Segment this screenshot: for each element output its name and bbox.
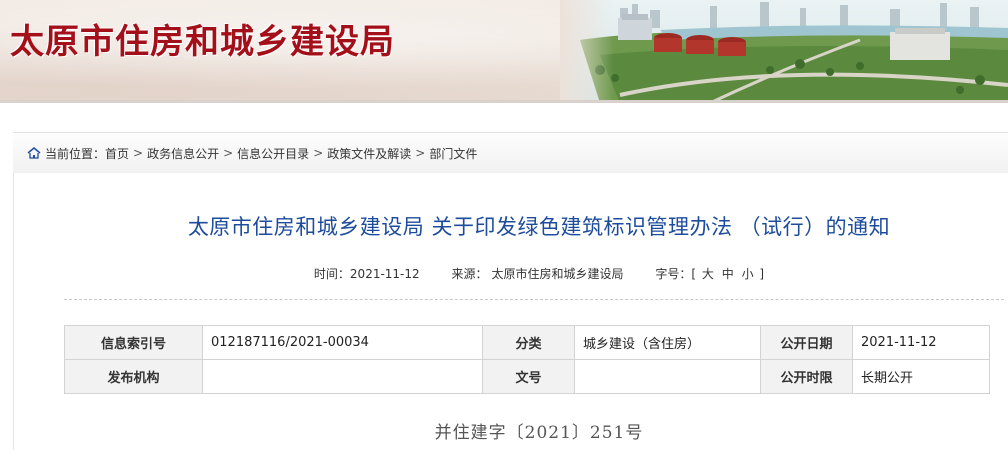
breadcrumb-separator: > — [223, 146, 234, 160]
breadcrumb-separator: > — [415, 146, 426, 160]
source-info: 来源： 太原市住房和城乡建设局 — [452, 267, 628, 281]
time-label: 时间： — [313, 267, 350, 281]
index-label: 信息索引号 — [64, 325, 203, 360]
site-title: 太原市住房和城乡建设局 — [10, 22, 395, 62]
document-number: 并住建字〔2021〕251号 — [434, 423, 644, 443]
breadcrumb-prefix: 当前位置： — [45, 146, 106, 161]
site-banner: 太原市住房和城乡建设局 — [0, 0, 1008, 103]
breadcrumb-gov-info[interactable]: 政务信息公开 — [147, 145, 219, 162]
home-icon — [27, 147, 41, 159]
breadcrumb-policy-docs[interactable]: 政策文件及解读 — [327, 145, 411, 162]
table-row: 信息索引号 012187116/2021-00034 分类 城乡建设（含住房） … — [64, 325, 990, 360]
publish-date-value: 2021-11-12 — [852, 325, 990, 360]
issuer-value — [202, 359, 483, 394]
time-value: 2021-11-12 — [349, 267, 420, 281]
font-size-medium-button[interactable]: 中 — [722, 267, 734, 281]
banner-divider — [0, 100, 1008, 103]
font-size-label: 字号：[ — [655, 267, 697, 281]
article-content: 太原市住房和城乡建设局 关于印发绿色建筑标识管理办法 （试行）的通知 时间：20… — [13, 173, 1008, 450]
font-size-small-button[interactable]: 小 — [742, 267, 754, 281]
breadcrumb-separator: > — [133, 146, 144, 160]
time-info: 时间：2021-11-12 — [314, 267, 424, 281]
article-title: 太原市住房和城乡建设局 关于印发绿色建筑标识管理办法 （试行）的通知 — [187, 215, 891, 239]
index-value: 012187116/2021-00034 — [202, 325, 483, 360]
category-value: 城乡建设（含住房） — [574, 325, 761, 360]
period-value: 长期公开 — [852, 359, 990, 394]
city-aerial-image — [560, 0, 1008, 103]
meta-divider — [64, 299, 1004, 300]
period-label: 公开时限 — [760, 359, 853, 394]
breadcrumb-bar: 当前位置： 首页 > 政务信息公开 > 信息公开目录 > 政策文件及解读 > 部… — [13, 132, 1008, 174]
source-label: 来源： — [451, 267, 488, 281]
table-row: 发布机构 文号 公开时限 长期公开 — [64, 359, 990, 394]
breadcrumb-dept-docs[interactable]: 部门文件 — [429, 145, 477, 162]
font-size-close: ] — [759, 267, 765, 281]
publish-date-label: 公开日期 — [760, 325, 853, 360]
breadcrumb-separator: > — [313, 146, 324, 160]
docno-value — [574, 359, 761, 394]
breadcrumb-info-catalog[interactable]: 信息公开目录 — [237, 145, 309, 162]
info-table: 信息索引号 012187116/2021-00034 分类 城乡建设（含住房） … — [64, 325, 990, 394]
font-size-control: 字号：[ 大 中 小 ] — [655, 267, 764, 281]
docno-label: 文号 — [482, 359, 575, 394]
breadcrumb: 当前位置： 首页 > 政务信息公开 > 信息公开目录 > 政策文件及解读 > 部… — [27, 145, 477, 162]
font-size-large-button[interactable]: 大 — [702, 267, 714, 281]
issuer-label: 发布机构 — [64, 359, 203, 394]
article-meta: 时间：2021-11-12 来源： 太原市住房和城乡建设局 字号：[ 大 中 小 … — [14, 265, 1008, 282]
breadcrumb-home[interactable]: 首页 — [105, 145, 129, 162]
source-value: 太原市住房和城乡建设局 — [491, 267, 624, 281]
category-label: 分类 — [482, 325, 575, 360]
